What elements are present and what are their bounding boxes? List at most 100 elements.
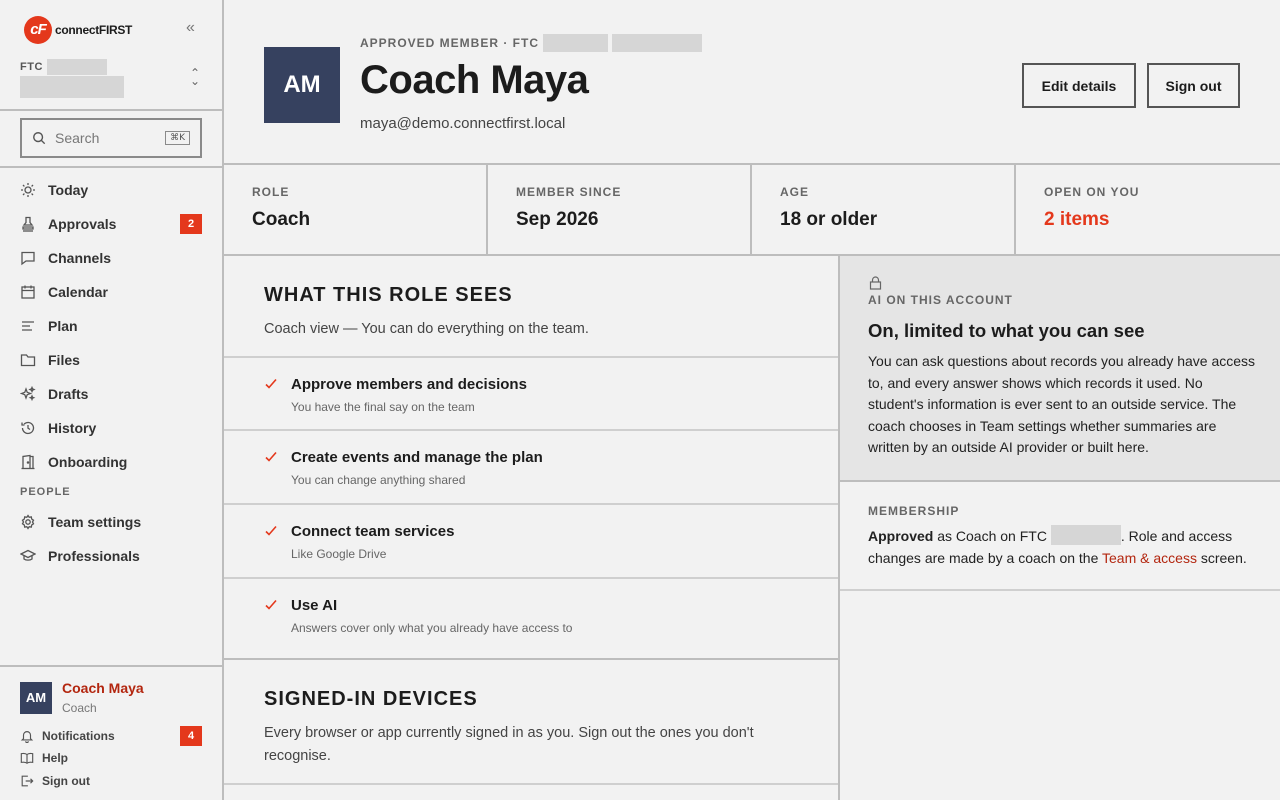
nav-item-channels[interactable]: Channels <box>0 241 222 275</box>
team-access-link[interactable]: Team & access <box>1102 550 1197 566</box>
redacted-team-name <box>1050 525 1121 545</box>
stat-member-since: MEMBER SINCE Sep 2026 <box>488 165 752 254</box>
nav-item-drafts[interactable]: Drafts <box>0 377 222 411</box>
nav-item-today[interactable]: Today <box>0 173 222 207</box>
nav-section-people: PEOPLE <box>20 486 71 498</box>
ai-info-card: AI ON THIS ACCOUNT On, limited to what y… <box>840 256 1280 482</box>
divider <box>840 589 1280 591</box>
notifications-count-badge: 4 <box>180 726 202 746</box>
user-name[interactable]: Coach Maya <box>62 680 144 696</box>
divider <box>224 429 838 431</box>
notifications-label: Notifications <box>42 729 115 743</box>
collapse-sidebar-icon[interactable]: « <box>186 19 195 37</box>
profile-email: maya@demo.connectfirst.local <box>360 115 566 132</box>
membership-label: MEMBERSHIP <box>868 504 960 518</box>
bell-icon <box>20 731 34 743</box>
sidebar: cF connectFIRST « FTC ⌃⌄ ⌘K Today Approv… <box>0 0 224 800</box>
nav-item-calendar[interactable]: Calendar <box>0 275 222 309</box>
profile-stats: ROLE Coach MEMBER SINCE Sep 2026 AGE 18 … <box>224 163 1280 256</box>
sign-out-icon <box>21 775 34 787</box>
nav-item-label: History <box>48 420 97 436</box>
search-box[interactable]: ⌘K <box>20 118 202 158</box>
redacted-team-name <box>20 76 124 98</box>
nav-item-label: Drafts <box>48 386 89 402</box>
permission-title: Connect team services <box>291 523 455 540</box>
nav-item-onboarding[interactable]: Onboarding <box>0 445 222 479</box>
nav-item-label: Channels <box>48 250 112 266</box>
card-label: AI ON THIS ACCOUNT <box>868 293 1013 307</box>
brand-logo[interactable]: cF connectFIRST <box>24 16 132 44</box>
stamp-icon <box>22 216 34 232</box>
section-title: SIGNED-IN DEVICES <box>264 688 478 710</box>
nav-item-label: Today <box>48 182 89 198</box>
help-label: Help <box>42 751 69 765</box>
help-link[interactable]: Help <box>20 751 202 765</box>
member-status-eyebrow: APPROVED MEMBER · FTC <box>360 34 703 52</box>
team-switcher[interactable]: FTC ⌃ ⌄ <box>20 59 204 101</box>
chevron-updown-icon: ⌃ ⌄ <box>189 66 200 88</box>
check-icon <box>265 451 277 462</box>
graduation-cap-icon <box>20 549 36 561</box>
profile-avatar: AM <box>264 47 340 123</box>
stat-value: 18 or older <box>780 209 878 230</box>
page-title: Coach Maya <box>360 58 589 102</box>
card-title: On, limited to what you can see <box>868 320 1145 341</box>
divider <box>224 503 838 505</box>
permission-title: Create events and manage the plan <box>291 449 543 466</box>
book-icon <box>20 752 34 765</box>
nav-item-label: Professionals <box>48 548 140 564</box>
divider <box>0 109 222 111</box>
divider <box>0 665 222 667</box>
check-icon <box>265 599 277 610</box>
sign-out-button[interactable]: Sign out <box>1147 63 1240 108</box>
history-icon <box>21 421 35 435</box>
divider <box>224 783 838 785</box>
chat-icon <box>21 251 35 266</box>
search-input[interactable] <box>55 130 155 146</box>
stat-value[interactable]: 2 items <box>1044 209 1252 231</box>
section-description: Every browser or app currently signed in… <box>264 725 754 764</box>
lock-icon <box>869 276 882 290</box>
edit-details-button[interactable]: Edit details <box>1022 63 1136 108</box>
search-icon <box>33 132 46 145</box>
sign-out-label: Sign out <box>42 774 90 788</box>
calendar-icon <box>21 285 35 299</box>
stat-open-items[interactable]: OPEN ON YOU 2 items <box>1016 165 1280 254</box>
nav-item-label: Approvals <box>48 216 117 232</box>
check-icon <box>265 525 277 536</box>
nav-item-team-settings[interactable]: Team settings <box>0 505 222 539</box>
main-nav: Today Approvals 2 Channels Calendar Plan… <box>0 173 222 573</box>
nav-item-approvals[interactable]: Approvals 2 <box>0 207 222 241</box>
nav-item-files[interactable]: Files <box>0 343 222 377</box>
team-label: FTC <box>20 61 43 73</box>
list-icon <box>22 321 34 331</box>
folder-icon <box>20 354 36 367</box>
sidebar-sign-out-link[interactable]: Sign out <box>20 774 202 788</box>
approvals-count-badge: 2 <box>180 214 202 234</box>
stat-label: ROLE <box>252 185 290 199</box>
nav-item-professionals[interactable]: Professionals <box>0 539 222 573</box>
nav-item-label: Onboarding <box>48 454 128 470</box>
eyebrow-text: APPROVED MEMBER · FTC <box>360 36 540 50</box>
section-title: WHAT THIS ROLE SEES <box>264 284 513 306</box>
card-body: You can ask questions about records you … <box>868 353 1256 456</box>
permission-description: Like Google Drive <box>291 547 387 561</box>
stat-value: Coach <box>252 209 311 230</box>
nav-item-history[interactable]: History <box>0 411 222 445</box>
nav-item-label: Files <box>48 352 80 368</box>
nav-item-label: Plan <box>48 318 78 334</box>
nav-item-label: Team settings <box>48 514 142 530</box>
stat-label: MEMBER SINCE <box>516 185 622 199</box>
permission-description: Answers cover only what you already have… <box>291 621 573 635</box>
membership-text: Approved as Coach on FTC . Role and acce… <box>868 525 1268 569</box>
door-icon <box>21 454 35 470</box>
nav-item-plan[interactable]: Plan <box>0 309 222 343</box>
permission-title: Approve members and decisions <box>291 376 527 393</box>
redacted-team-number <box>46 59 107 75</box>
sparkle-icon <box>20 386 36 402</box>
stat-label: OPEN ON YOU <box>1044 185 1140 199</box>
sun-icon <box>21 183 35 197</box>
notifications-link[interactable]: Notifications 4 <box>20 726 202 746</box>
redacted-team-name <box>612 34 703 52</box>
avatar[interactable]: AM <box>20 682 52 714</box>
